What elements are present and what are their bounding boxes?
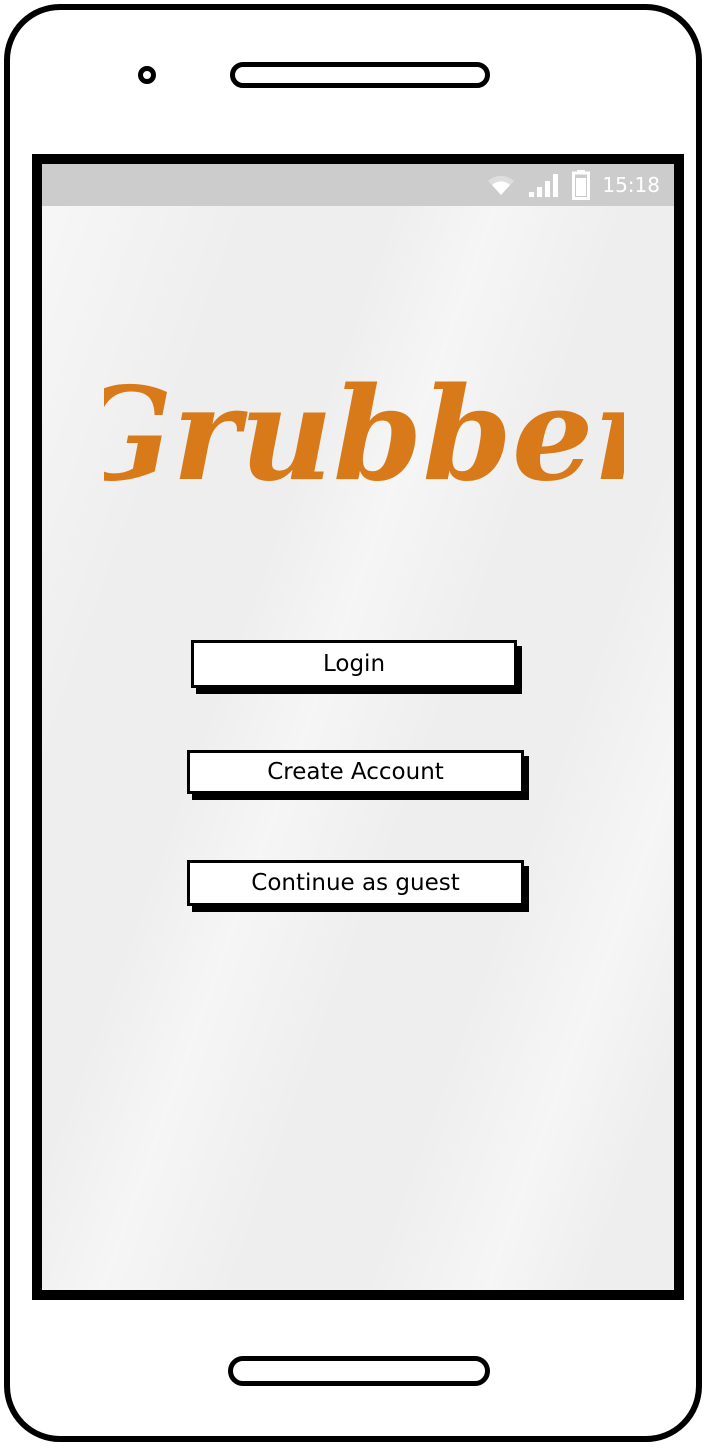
logo-text: Grubber	[104, 360, 624, 510]
create-account-button[interactable]: Create Account	[187, 750, 524, 794]
wifi-icon	[486, 173, 516, 197]
front-camera-icon	[138, 66, 156, 84]
phone-screen: 15:18 Grubber Login Create Account Conti…	[32, 154, 684, 1300]
page: 15:18 Grubber Login Create Account Conti…	[0, 0, 712, 1450]
screen-background	[42, 164, 674, 1290]
grubber-logo: Grubber	[104, 354, 624, 524]
cellular-signal-icon	[528, 172, 560, 198]
status-time: 15:18	[602, 173, 660, 197]
continue-as-guest-button[interactable]: Continue as guest	[187, 860, 524, 906]
battery-icon	[572, 170, 591, 200]
status-bar: 15:18	[42, 164, 674, 206]
login-button[interactable]: Login	[191, 640, 517, 688]
home-button[interactable]	[228, 1356, 490, 1386]
earpiece-speaker	[230, 62, 490, 88]
